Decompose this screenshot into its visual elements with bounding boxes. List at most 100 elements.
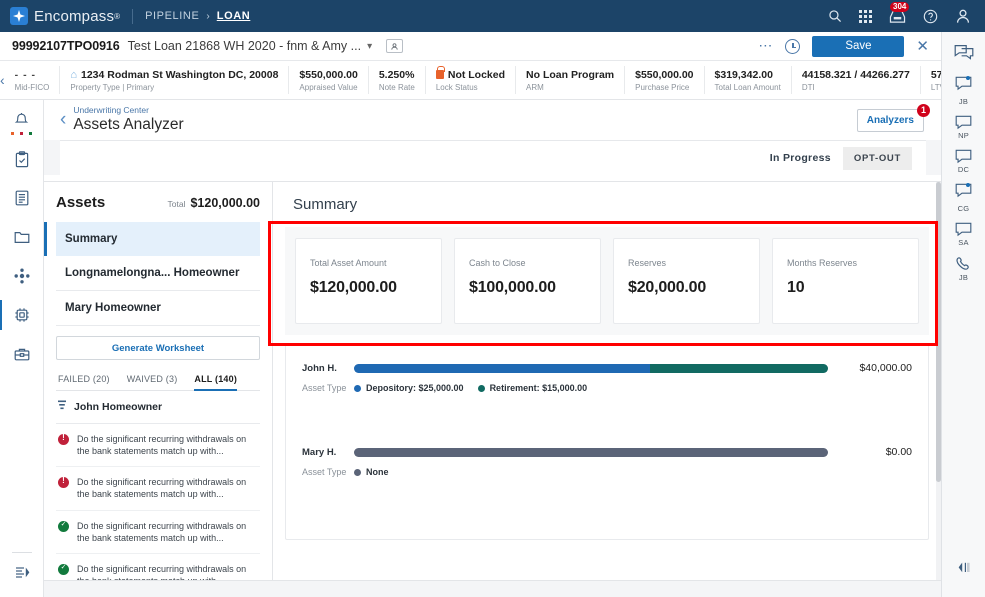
top-navigation-bar: Encompass ® PIPELINE › LOAN 304	[0, 0, 985, 32]
rail-divider	[12, 552, 32, 553]
legend-text: None	[366, 467, 389, 477]
question-row[interactable]: Do the significant recurring withdrawals…	[56, 511, 260, 554]
chart-bar-track	[354, 363, 828, 373]
header-divider	[44, 175, 941, 182]
breadcrumb-pipeline[interactable]: PIPELINE	[145, 10, 199, 22]
breadcrumb-separator-icon: ›	[206, 10, 210, 22]
legend-item-none: None	[354, 467, 389, 477]
right-rail-comment-cg[interactable]: CG	[955, 183, 972, 213]
chart-row-total: $40,000.00	[859, 362, 912, 374]
tab-failed[interactable]: FAILED (20)	[58, 374, 110, 391]
right-icon-rail: JB NP DC CG SA JB	[941, 32, 985, 597]
assets-list-item-summary[interactable]: Summary	[44, 222, 260, 256]
help-icon[interactable]	[923, 9, 938, 24]
services-icon[interactable]	[9, 264, 35, 288]
chart-legend-john: Asset Type Depository: $25,000.00 Retire…	[302, 383, 912, 393]
apps-grid-icon[interactable]	[859, 9, 872, 23]
unread-dot-icon	[966, 183, 970, 187]
chart-legend-mary: Asset Type None	[302, 467, 912, 477]
card-value: $20,000.00	[628, 279, 707, 296]
right-rail-phone-jb[interactable]: JB	[955, 256, 972, 282]
card-label: Months Reserves	[787, 258, 858, 268]
conversations-icon[interactable]	[954, 44, 974, 61]
strip-item-purchase-price: $550,000.00 Purchase Price	[625, 66, 705, 94]
status-badge: In Progress	[769, 152, 831, 164]
chart-row-label: Mary H.	[302, 446, 337, 458]
processor-chip-icon[interactable]	[0, 300, 35, 330]
encompass-app-window: Encompass ® PIPELINE › LOAN 304 99992107…	[0, 0, 985, 597]
page-header: ‹ Underwriting Center Assets Analyzer An…	[44, 100, 941, 140]
strip-value: $550,000.00	[299, 68, 358, 81]
history-clock-icon[interactable]	[785, 38, 801, 54]
folder-icon[interactable]	[9, 225, 35, 249]
card-label: Total Asset Amount	[310, 258, 387, 268]
toolbox-icon[interactable]	[9, 342, 35, 366]
chart-row-total: $0.00	[885, 446, 912, 458]
right-rail-comment-jb[interactable]: JB	[955, 76, 972, 106]
clipboard-check-icon[interactable]	[9, 147, 35, 171]
question-row[interactable]: Do the significant recurring withdrawals…	[56, 424, 260, 468]
tab-waived[interactable]: WAIVED (3)	[127, 374, 178, 391]
forms-list-icon[interactable]	[9, 186, 35, 210]
question-text: Do the significant recurring withdrawals…	[77, 477, 247, 500]
tab-all[interactable]: ALL (140)	[194, 374, 238, 391]
card-total-asset-amount: Total Asset Amount $120,000.00	[295, 238, 442, 324]
more-options-icon[interactable]: ⋯	[758, 39, 773, 52]
question-row[interactable]: Do the significant recurring withdrawals…	[56, 467, 260, 511]
strip-label: DTI	[801, 82, 815, 92]
left-icon-rail	[0, 100, 44, 597]
brand-name: Encompass	[34, 7, 115, 25]
assets-list-item-longname-homeowner[interactable]: Longnamelongna... Homeowner	[56, 256, 260, 291]
chart-row-mary: Mary H. $0.00	[302, 446, 912, 458]
assets-panel: Assets Total $120,000.00 Summary Longnam…	[44, 182, 273, 597]
strip-item-total-loan-amount: $319,342.00 Total Loan Amount	[705, 66, 792, 94]
right-rail-comment-np[interactable]: NP	[955, 115, 972, 140]
user-icon[interactable]	[955, 8, 971, 24]
status-error-icon	[58, 433, 69, 445]
analyzers-button[interactable]: Analyzers	[856, 108, 924, 132]
top-nav-actions: 304	[828, 1, 975, 24]
chart-row-label: John H.	[302, 362, 337, 374]
collapse-right-panel-icon[interactable]	[957, 561, 971, 579]
back-chevron-icon[interactable]: ‹	[60, 109, 66, 131]
strip-value: $550,000.00	[635, 68, 694, 81]
opt-out-button[interactable]: OPT-OUT	[842, 146, 912, 170]
strip-item-property: ⌂ 1234 Rodman St Washington DC, 20008 Pr…	[60, 66, 290, 94]
borrower-card-icon[interactable]	[386, 39, 404, 53]
card-value: 10	[787, 279, 805, 296]
collapse-panel-icon[interactable]	[0, 566, 44, 579]
right-rail-comment-sa[interactable]: SA	[955, 222, 972, 247]
right-rail-label: NP	[958, 131, 969, 140]
card-label: Reserves	[628, 258, 667, 268]
breadcrumb[interactable]: Underwriting Center	[73, 106, 183, 116]
status-error-icon	[58, 476, 69, 489]
search-icon[interactable]	[828, 9, 842, 23]
loan-title-bar: 99992107TPO0916 Test Loan 21868 WH 2020 …	[0, 32, 941, 61]
card-cash-to-close: Cash to Close $100,000.00	[454, 238, 601, 324]
loan-name: Test Loan 21868 WH 2020 - fnm & Amy ...	[127, 39, 362, 53]
main-scrollbar-thumb[interactable]	[936, 182, 941, 482]
generate-worksheet-button[interactable]: Generate Worksheet	[56, 336, 260, 360]
chart-bar-segment-retirement	[650, 363, 828, 373]
chevron-down-icon[interactable]: ▾	[367, 41, 372, 52]
assets-list-item-mary-homeowner[interactable]: Mary Homeowner	[56, 291, 260, 326]
legend-dot-icon	[354, 468, 361, 476]
strip-label: Lock Status	[435, 82, 478, 92]
breadcrumb-loan[interactable]: LOAN	[217, 10, 251, 22]
main-scrollbar-track[interactable]	[936, 182, 941, 580]
save-button[interactable]: Save	[812, 35, 905, 57]
analyzers-count-badge: 1	[917, 103, 930, 117]
alerts-bell-icon[interactable]	[9, 108, 35, 135]
asset-type-label: Asset Type	[302, 467, 347, 477]
right-rail-comment-dc[interactable]: DC	[955, 149, 972, 174]
lock-icon	[435, 66, 445, 79]
encompass-logo-icon	[10, 7, 28, 25]
assets-breakdown-chart: John H. $40,000.00 Asset Type Depository…	[285, 344, 929, 540]
owner-group-header[interactable]: John Homeowner	[56, 391, 260, 424]
close-icon[interactable]: ✕	[916, 37, 929, 55]
inbox-icon[interactable]: 304	[889, 1, 910, 24]
filter-icon	[58, 398, 67, 416]
strip-value: Not Locked	[447, 68, 506, 81]
legend-text: Depository: $25,000.00	[366, 383, 464, 393]
strip-item-note-rate: 5.250% Note Rate	[369, 66, 426, 94]
